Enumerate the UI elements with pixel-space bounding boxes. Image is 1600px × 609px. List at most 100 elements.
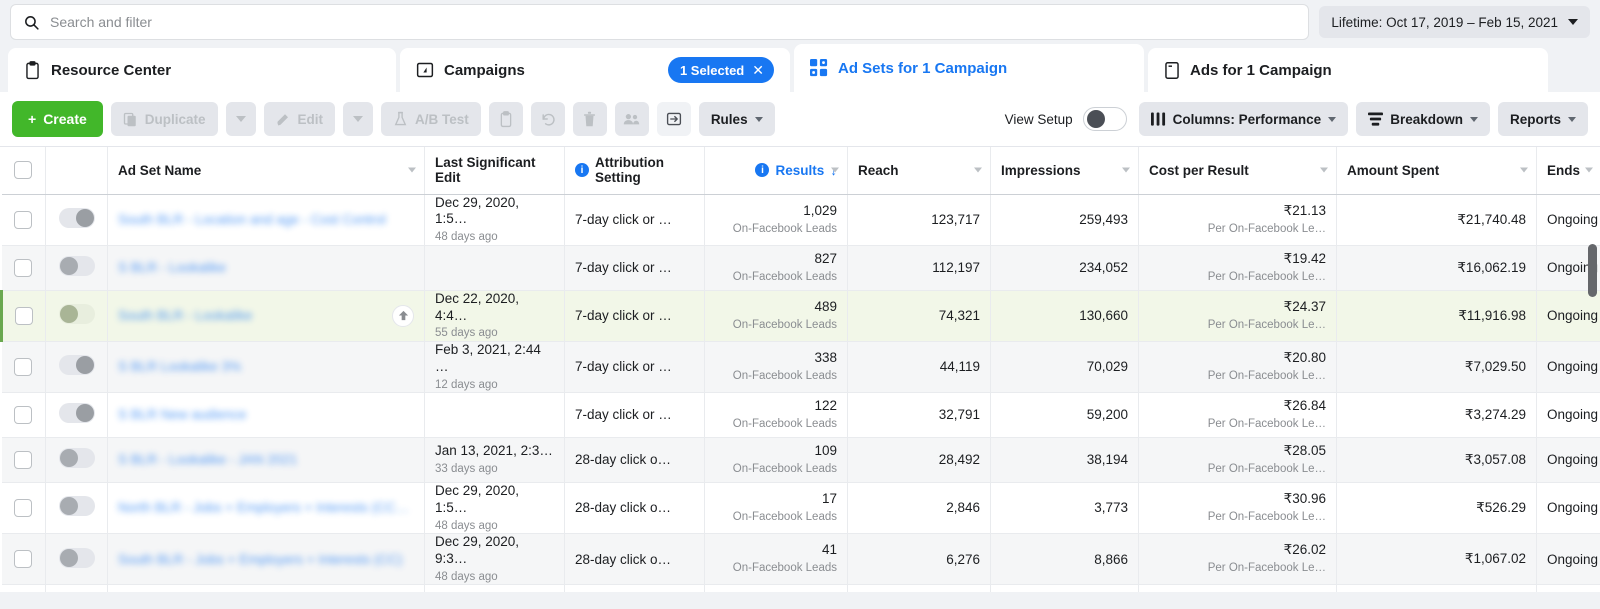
row-checkbox[interactable] [15, 306, 33, 325]
ad-set-status-toggle[interactable] [58, 256, 95, 277]
view-setup-toggle[interactable] [1082, 107, 1127, 131]
row-toggle-cell[interactable] [45, 437, 108, 483]
export-button[interactable] [656, 102, 691, 136]
header-impressions[interactable]: Impressions [990, 147, 1139, 195]
search-input[interactable]: Search and filter [10, 4, 1310, 40]
row-checkbox[interactable] [14, 498, 33, 517]
ad-set-name-link[interactable]: South BLR - Lookalike [118, 308, 386, 323]
header-last-significant-edit[interactable]: Last Significant Edit [424, 147, 565, 195]
ad-set-name-link[interactable]: South BLR - Jobs + Employers + Interests… [118, 552, 414, 567]
row-toggle-cell[interactable] [45, 584, 108, 592]
cell-ad-set-name[interactable]: South BLR - Jobs + Employers + Interests… [107, 533, 425, 586]
header-reach[interactable]: Reach [847, 147, 991, 195]
duplicate-dropdown-button[interactable] [225, 102, 256, 136]
table-row[interactable]: S BLR New audience 7-day click or … 122 … [1, 392, 1600, 438]
ad-set-status-toggle[interactable] [58, 547, 95, 568]
table-row[interactable]: South BLR - Location and age - Cost Cont… [1, 194, 1600, 246]
date-range-selector[interactable]: Lifetime: Oct 17, 2019 – Feb 15, 2021 [1319, 6, 1590, 38]
header-ends[interactable]: Ends [1536, 147, 1600, 195]
cell-ad-set-name[interactable]: S BLR Lookalike 3% [107, 341, 425, 393]
cell-ad-set-name[interactable]: S BLR - Lookalike - JAN 2021 [107, 437, 425, 483]
tab-ad-sets[interactable]: Ad Sets for 1 Campaign [794, 44, 1144, 92]
ad-set-status-toggle[interactable] [58, 403, 95, 424]
row-select-cell[interactable] [1, 245, 46, 291]
row-select-cell[interactable] [1, 392, 46, 438]
audience-button[interactable] [614, 102, 649, 136]
row-toggle-cell[interactable] [45, 341, 108, 393]
select-all-checkbox[interactable] [14, 161, 33, 180]
tab-ads[interactable]: Ads for 1 Campaign [1148, 48, 1548, 92]
row-toggle-cell[interactable] [45, 533, 108, 586]
ad-set-name-link[interactable]: S BLR - Lookalike - JAN 2021 [118, 452, 414, 467]
close-icon[interactable]: ✕ [752, 62, 764, 79]
table-row[interactable]: South BLR - Jobs + Employers + Interests… [1, 533, 1600, 586]
ad-set-name-link[interactable]: S BLR - Lookalike [118, 260, 414, 275]
cell-ad-set-name[interactable]: South BLR - Lookalike [107, 290, 425, 342]
delete-button[interactable] [572, 102, 607, 136]
cell-ad-set-name[interactable]: S BLR - Lookalike [107, 245, 425, 291]
rules-button[interactable]: Rules [698, 102, 775, 136]
row-select-cell[interactable] [1, 341, 46, 393]
row-select-cell[interactable] [1, 437, 46, 483]
chevron-down-icon[interactable] [1520, 167, 1528, 173]
row-toggle-cell[interactable] [45, 245, 108, 291]
ad-set-status-toggle[interactable] [58, 496, 95, 517]
chevron-down-icon[interactable] [1122, 167, 1130, 173]
breakdown-button[interactable]: Breakdown [1356, 102, 1490, 136]
row-select-cell[interactable] [1, 482, 46, 535]
row-toggle-cell[interactable] [45, 194, 108, 246]
table-row[interactable]: South BLR - Lookalike Dec 22, 2020, 4:4…… [0, 290, 1600, 342]
row-checkbox[interactable] [14, 210, 33, 229]
info-icon[interactable]: i [755, 163, 770, 178]
row-select-cell[interactable] [1, 194, 46, 246]
header-amount-spent[interactable]: Amount Spent [1336, 147, 1537, 195]
undo-button[interactable] [530, 102, 565, 136]
row-checkbox[interactable] [14, 450, 33, 469]
select-all-header[interactable] [1, 147, 46, 195]
ad-set-name-link[interactable]: S BLR Lookalike 3% [118, 359, 414, 374]
cell-ad-set-name[interactable]: Business Interests - Cost control [107, 584, 425, 592]
header-ad-set-name[interactable]: Ad Set Name [107, 147, 425, 195]
ad-set-status-toggle[interactable] [58, 355, 95, 376]
cell-ad-set-name[interactable]: North BLR - Jobs + Employers + Interests… [107, 482, 425, 535]
tab-campaigns[interactable]: Campaigns 1 Selected ✕ [400, 48, 790, 92]
edit-button[interactable]: Edit [263, 102, 336, 136]
row-select-cell[interactable] [0, 290, 46, 342]
clipboard-button[interactable] [488, 102, 523, 136]
cell-ad-set-name[interactable]: S BLR New audience [107, 392, 425, 438]
row-checkbox[interactable] [14, 550, 33, 569]
row-checkbox[interactable] [14, 357, 33, 376]
vertical-scrollbar-track[interactable] [1585, 194, 1600, 592]
ad-set-status-toggle[interactable] [58, 448, 95, 469]
row-select-cell[interactable] [1, 533, 46, 586]
table-row[interactable]: S BLR - Lookalike - JAN 2021 Jan 13, 202… [1, 437, 1600, 483]
table-row[interactable]: S BLR - Lookalike 7-day click or … 827 O… [1, 245, 1600, 291]
row-toggle-cell[interactable] [45, 290, 108, 342]
move-up-icon[interactable] [392, 304, 414, 327]
tab-resource-center[interactable]: Resource Center [8, 48, 396, 92]
row-select-cell[interactable] [1, 584, 46, 592]
create-button[interactable]: + Create [12, 101, 103, 137]
header-results[interactable]: i Results ↓ [704, 147, 848, 195]
chevron-down-icon[interactable] [974, 167, 982, 173]
ad-set-name-link[interactable]: North BLR - Jobs + Employers + Interests… [118, 500, 414, 515]
table-row[interactable]: North BLR - Jobs + Employers + Interests… [1, 482, 1600, 535]
table-row[interactable]: S BLR Lookalike 3% Feb 3, 2021, 2:44 … 1… [1, 341, 1600, 393]
ad-set-name-link[interactable]: South BLR - Location and age - Cost Cont… [118, 212, 414, 227]
chevron-down-icon[interactable] [408, 167, 416, 173]
ab-test-button[interactable]: A/B Test [381, 102, 481, 136]
campaigns-selected-badge[interactable]: 1 Selected ✕ [667, 57, 774, 83]
edit-dropdown-button[interactable] [343, 102, 374, 136]
ad-set-status-toggle[interactable] [58, 304, 95, 325]
chevron-down-icon[interactable] [831, 167, 839, 173]
row-checkbox[interactable] [14, 405, 33, 424]
header-cost-per-result[interactable]: Cost per Result [1138, 147, 1337, 195]
ad-set-status-toggle[interactable] [58, 208, 95, 229]
row-checkbox[interactable] [14, 258, 33, 277]
columns-button[interactable]: Columns: Performance [1138, 102, 1349, 136]
header-attribution-setting[interactable]: i Attribution Setting [564, 147, 705, 195]
table-row[interactable]: Business Interests - Cost control Jan 1,… [1, 584, 1600, 592]
ad-set-name-link[interactable]: S BLR New audience [118, 407, 414, 422]
duplicate-button[interactable]: Duplicate [110, 102, 218, 136]
reports-button[interactable]: Reports [1497, 102, 1588, 136]
